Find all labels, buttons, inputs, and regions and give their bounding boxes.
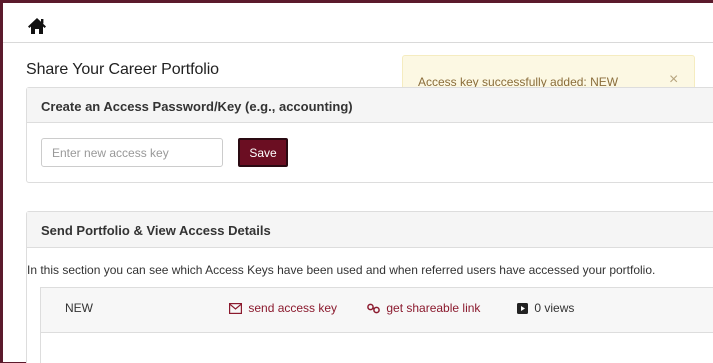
send-panel-title: Send Portfolio & View Access Details bbox=[41, 223, 271, 238]
page-title: Share Your Career Portfolio bbox=[26, 61, 219, 78]
top-navbar bbox=[3, 3, 713, 43]
send-access-key-link[interactable]: send access key bbox=[229, 301, 337, 315]
get-shareable-link-label: get shareable link bbox=[386, 301, 481, 315]
envelope-icon bbox=[229, 301, 248, 315]
home-icon[interactable] bbox=[27, 17, 47, 35]
create-panel-title: Create an Access Password/Key (e.g., acc… bbox=[41, 99, 353, 114]
get-shareable-link[interactable]: get shareable link bbox=[367, 301, 480, 315]
views-label: 0 views bbox=[534, 301, 575, 315]
access-key-input[interactable] bbox=[41, 138, 223, 167]
section-description: In this section you can see which Access… bbox=[27, 263, 656, 277]
access-key-name: NEW bbox=[65, 301, 93, 315]
table-row-empty bbox=[41, 333, 713, 363]
table-row: NEW send access key get shareable link 0… bbox=[41, 288, 713, 333]
frame-left-border bbox=[0, 0, 3, 363]
create-access-key-panel: Create an Access Password/Key (e.g., acc… bbox=[26, 87, 713, 183]
link-icon bbox=[367, 301, 386, 315]
save-button[interactable]: Save bbox=[238, 138, 288, 167]
views-count: 0 views bbox=[517, 301, 574, 315]
play-square-icon bbox=[517, 301, 534, 315]
create-panel-header: Create an Access Password/Key (e.g., acc… bbox=[27, 88, 713, 123]
access-keys-table: NEW send access key get shareable link 0… bbox=[40, 287, 713, 363]
send-access-key-label: send access key bbox=[248, 301, 338, 315]
send-panel-header: Send Portfolio & View Access Details bbox=[27, 212, 713, 248]
